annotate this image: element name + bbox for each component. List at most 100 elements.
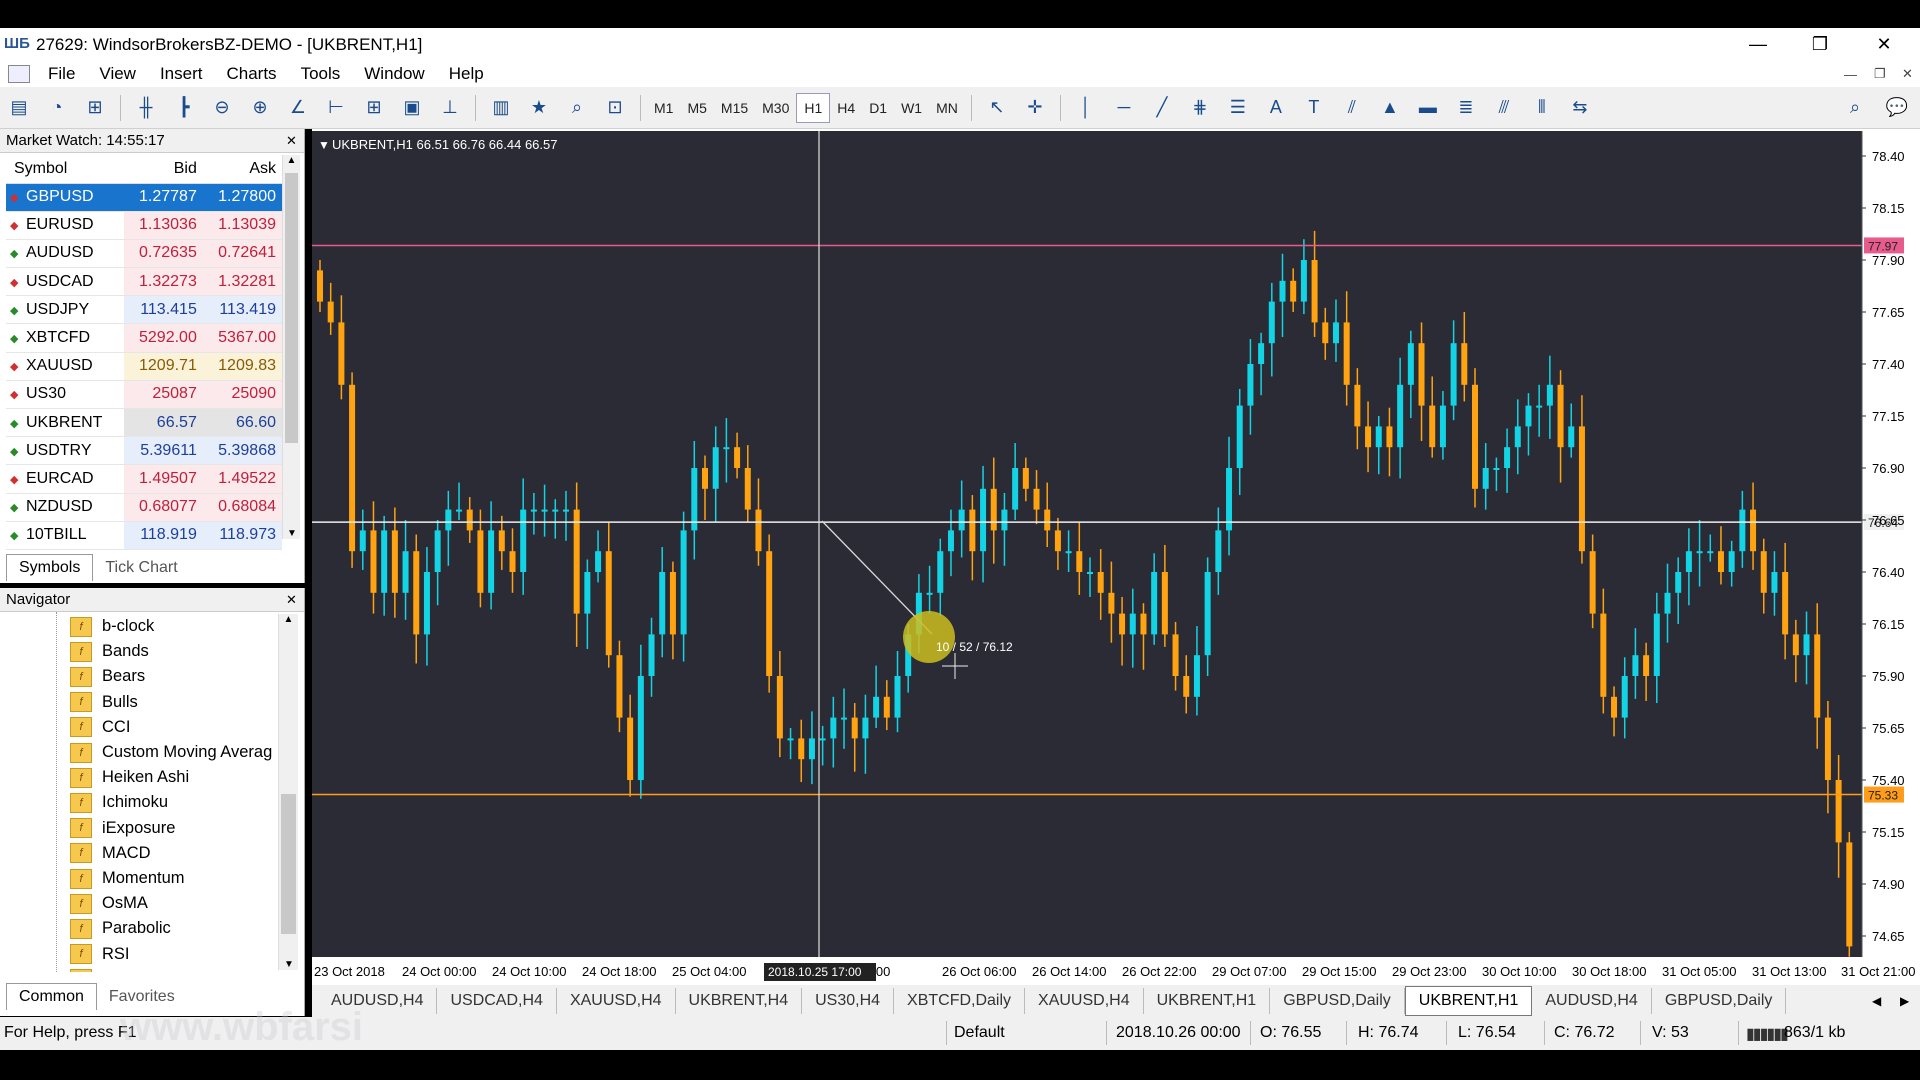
chart-tab[interactable]: XBTCFD,Daily <box>894 988 1026 1014</box>
navigator-item[interactable]: f Bulls <box>70 690 138 715</box>
chart-tab[interactable]: UKBRENT,H4 <box>676 988 803 1014</box>
market-watch-icon[interactable]: ▥ <box>486 93 516 123</box>
symbol-cell[interactable]: ◆ 10TBILL <box>6 521 124 550</box>
menu-view[interactable]: View <box>87 64 148 84</box>
navigator-item[interactable]: f iExposure <box>70 816 175 841</box>
symbol-cell[interactable]: ◆ GBPUSD <box>6 183 124 212</box>
menu-charts[interactable]: Charts <box>214 64 288 84</box>
navigator-item[interactable]: f Ichimoku <box>70 790 168 815</box>
market-watch-row[interactable]: ◆ EURCAD 1.49507 1.49522 <box>6 464 282 494</box>
doc-icon[interactable] <box>8 65 30 83</box>
market-watch-row[interactable]: ◆ XAUUSD 1209.71 1209.83 <box>6 352 282 381</box>
chart-tab[interactable]: USDCAD,H4 <box>437 988 557 1014</box>
menu-tools[interactable]: Tools <box>289 64 353 84</box>
timeframe-h4[interactable]: H4 <box>830 93 862 123</box>
rectangle-icon[interactable]: ▬ <box>1413 93 1443 123</box>
scroll-thumb[interactable] <box>281 794 296 934</box>
scroll-down-icon[interactable]: ▼ <box>283 528 301 539</box>
arrows-dropdown-icon[interactable]: ⇆ <box>1565 93 1595 123</box>
mdi-restore-button[interactable]: ❐ <box>1874 66 1886 82</box>
indicators-icon[interactable]: ⊥ <box>435 93 465 123</box>
market-watch-row[interactable]: ◆ USDTRY 5.39611 5.39868 <box>6 436 282 466</box>
search-icon[interactable]: ⌕ <box>1840 93 1870 123</box>
new-order-icon[interactable]: ⊞ <box>80 93 110 123</box>
market-watch-row[interactable]: ◆ GBPUSD 1.27787 1.27800 <box>6 183 282 212</box>
profiles-icon[interactable]: ◔ <box>42 93 72 123</box>
navigator-item[interactable]: f Heiken Ashi <box>70 765 189 790</box>
chart-tab[interactable]: XAUUSD,H4 <box>557 988 676 1014</box>
navigator-item[interactable]: f RSI <box>70 942 130 967</box>
restore-button[interactable]: ❐ <box>1790 28 1850 61</box>
navigator-item[interactable]: f Stochastic <box>70 967 178 972</box>
market-watch-row[interactable]: ◆ AUDUSD 0.72635 0.72641 <box>6 239 282 269</box>
tile-windows-icon[interactable]: ⊞ <box>359 93 389 123</box>
symbol-cell[interactable]: ◆ USDJPY <box>6 295 124 325</box>
tab-common[interactable]: Common <box>6 983 97 1010</box>
fibo-channel-icon[interactable]: ≣ <box>1451 93 1481 123</box>
menu-insert[interactable]: Insert <box>148 64 215 84</box>
navigator-item[interactable]: f Custom Moving Averag <box>70 740 272 765</box>
navigator-item[interactable]: f OsMA <box>70 891 148 916</box>
chart-tab[interactable]: GBPUSD,Daily <box>1652 988 1787 1014</box>
trendline-icon[interactable]: ╱ <box>1147 93 1177 123</box>
navigator-item[interactable]: f b-clock <box>70 614 154 639</box>
crosshair-icon[interactable]: ✛ <box>1020 93 1050 123</box>
close-button[interactable]: ✕ <box>1854 28 1914 61</box>
timeframe-w1[interactable]: W1 <box>894 93 929 123</box>
navigator-item[interactable]: f Momentum <box>70 866 185 891</box>
data-window-icon[interactable]: ⌕ <box>562 93 592 123</box>
chart-shift-icon[interactable]: ⊢ <box>321 93 351 123</box>
tabs-right-arrow-icon[interactable]: ▶ <box>1900 994 1909 1008</box>
navigator-scrollbar[interactable]: ▲ ▼ <box>278 614 298 970</box>
minimize-button[interactable]: — <box>1728 28 1788 61</box>
scroll-thumb[interactable] <box>285 173 298 443</box>
market-watch-row[interactable]: ◆ XBTCFD 5292.00 5367.00 <box>6 323 282 353</box>
symbol-cell[interactable]: ◆ US30 <box>6 380 124 410</box>
market-watch-row[interactable]: ◆ NZDUSD 0.68077 0.68084 <box>6 493 282 522</box>
market-watch-row[interactable]: ◆ USDJPY 113.415 113.419 <box>6 295 282 325</box>
timeframe-m30[interactable]: M30 <box>755 93 796 123</box>
navigator-item[interactable]: f Parabolic <box>70 916 171 941</box>
menu-help[interactable]: Help <box>437 64 496 84</box>
autotrading-icon[interactable]: ⊡ <box>600 93 630 123</box>
column-ask[interactable]: Ask <box>202 155 282 184</box>
chat-icon[interactable]: 💬 <box>1882 93 1912 123</box>
close-icon[interactable]: ✕ <box>286 133 297 149</box>
symbol-cell[interactable]: ◆ UKBRENT <box>6 408 124 438</box>
horizontal-line-icon[interactable]: ─ <box>1109 93 1139 123</box>
market-watch-row[interactable]: ◆ 10TBILL 118.919 118.973 <box>6 521 282 550</box>
scroll-up-icon[interactable]: ▲ <box>279 614 298 625</box>
cursor-icon[interactable]: ↖ <box>982 93 1012 123</box>
chart-header-arrow[interactable]: ▼ <box>318 138 330 152</box>
navigator-icon[interactable]: ★ <box>524 93 554 123</box>
column-symbol[interactable]: Symbol <box>6 155 124 184</box>
symbol-cell[interactable]: ◆ EURUSD <box>6 211 124 240</box>
line-chart-icon[interactable]: ∠ <box>283 93 313 123</box>
symbol-cell[interactable]: ◆ USDCAD <box>6 267 124 297</box>
symbol-cell[interactable]: ◆ XAUUSD <box>6 352 124 381</box>
market-watch-row[interactable]: ◆ UKBRENT 66.57 66.60 <box>6 408 282 438</box>
zoom-in-icon[interactable]: ⊕ <box>245 93 275 123</box>
symbol-cell[interactable]: ◆ USDTRY <box>6 436 124 466</box>
symbol-cell[interactable]: ◆ EURCAD <box>6 464 124 494</box>
fibonacci-icon[interactable]: ☰ <box>1223 93 1253 123</box>
navigator-item[interactable]: f Bands <box>70 639 149 664</box>
timeframe-d1[interactable]: D1 <box>862 93 894 123</box>
tab-symbols[interactable]: Symbols <box>6 554 94 581</box>
price-chart[interactable]: 77.9776.6475.3310 / 52 / 76.12 78.4078.1… <box>312 129 1920 981</box>
text-label-icon[interactable]: T <box>1299 93 1329 123</box>
gann-grid-icon[interactable]: ⦀ <box>1527 93 1557 123</box>
navigator-item[interactable]: f MACD <box>70 841 151 866</box>
market-watch-row[interactable]: ◆ US30 25087 25090 <box>6 380 282 410</box>
timeframe-m5[interactable]: M5 <box>680 93 713 123</box>
bar-chart-icon[interactable]: ╫ <box>131 93 161 123</box>
mdi-close-button[interactable]: ✕ <box>1902 66 1913 82</box>
menu-window[interactable]: Window <box>352 64 436 84</box>
chart-tab[interactable]: AUDUSD,H4 <box>1532 988 1652 1014</box>
column-bid[interactable]: Bid <box>123 155 203 184</box>
chart-tab[interactable]: XAUUSD,H4 <box>1025 988 1144 1014</box>
fibonacci-fan-icon[interactable]: ⋕ <box>1185 93 1215 123</box>
navigator-item[interactable]: f Bears <box>70 664 145 689</box>
symbol-cell[interactable]: ◆ XBTCFD <box>6 323 124 353</box>
timeframe-mn[interactable]: MN <box>929 93 965 123</box>
